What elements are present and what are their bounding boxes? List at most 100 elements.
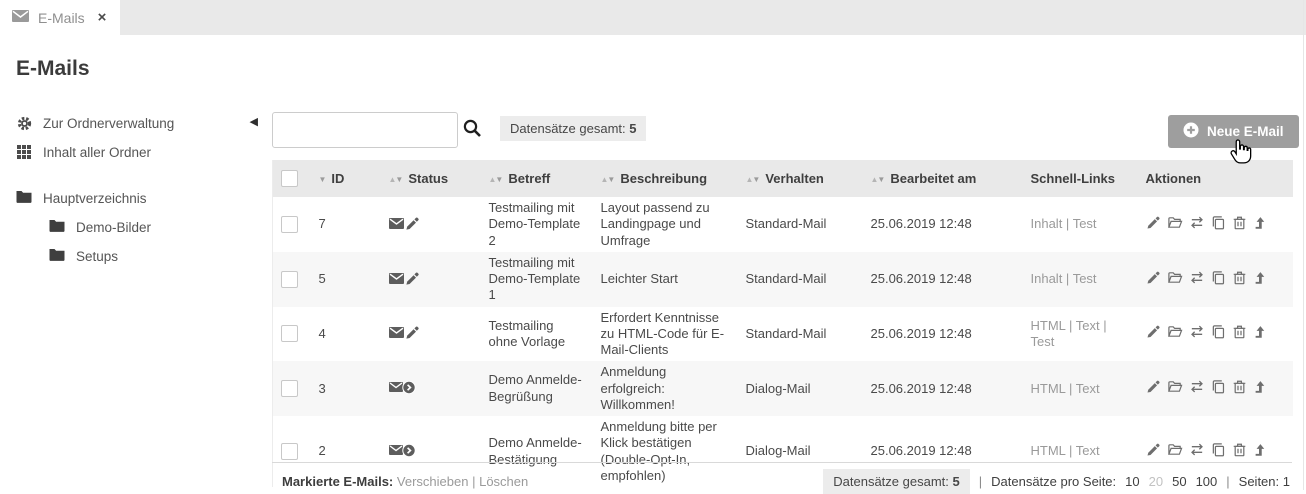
export-icon[interactable] (1253, 379, 1268, 398)
quick-link-html[interactable]: HTML (1031, 318, 1066, 333)
copy-icon[interactable] (1211, 215, 1226, 234)
sort-arrows-icon[interactable]: ▲▼ (871, 175, 885, 184)
cell-status (381, 361, 481, 416)
quick-link-html[interactable]: HTML (1031, 443, 1066, 458)
tab-emails[interactable]: E-Mails × (0, 0, 120, 35)
exchange-icon[interactable] (1189, 215, 1205, 234)
grid-icon (16, 145, 32, 159)
column-header-bearbeitet-am[interactable]: ▲▼ Bearbeitet am (863, 160, 1023, 197)
sort-arrows-icon[interactable]: ▲▼ (489, 175, 503, 184)
exchange-icon[interactable] (1189, 442, 1205, 461)
export-icon[interactable] (1253, 215, 1268, 234)
export-icon[interactable] (1253, 442, 1268, 461)
select-all-checkbox[interactable] (281, 170, 298, 187)
folder-label: Demo-Bilder (76, 220, 151, 235)
copy-icon[interactable] (1211, 270, 1226, 289)
close-icon[interactable]: × (98, 10, 107, 25)
per-page-option-20: 20 (1149, 474, 1163, 489)
cell-status (381, 252, 481, 307)
folder-item-setups[interactable]: Setups (16, 245, 268, 267)
sidebar: Zur Ordnerverwaltung Inhalt aller Ordner… (16, 112, 268, 274)
move-link[interactable]: Verschieben (397, 474, 469, 489)
table-row: 7Testmailing mit Demo-Template 2Layout p… (273, 197, 1293, 252)
sort-arrows-icon[interactable]: ▲▼ (389, 175, 403, 184)
row-checkbox[interactable] (281, 271, 298, 288)
search-icon[interactable] (463, 119, 482, 143)
folder-open-icon[interactable] (1167, 270, 1183, 289)
cell-bearbeitet-am: 25.06.2019 12:48 (863, 361, 1023, 416)
cell-id: 4 (311, 307, 381, 362)
edit-icon[interactable] (1146, 215, 1161, 234)
delete-icon[interactable] (1232, 215, 1247, 234)
quick-link-inhalt[interactable]: Inhalt (1031, 216, 1063, 231)
cell-status (381, 307, 481, 362)
sidebar-collapse-button[interactable]: ◀ (250, 115, 258, 128)
quick-link-test[interactable]: Test (1031, 334, 1055, 349)
delete-link[interactable]: Löschen (479, 474, 528, 489)
row-checkbox[interactable] (281, 443, 298, 460)
row-checkbox[interactable] (281, 380, 298, 397)
quick-link-inhalt[interactable]: Inhalt (1031, 271, 1063, 286)
column-header-aktionen: Aktionen (1138, 160, 1293, 197)
folder-item-hauptverzeichnis[interactable]: Hauptverzeichnis (16, 187, 268, 209)
delete-icon[interactable] (1232, 379, 1247, 398)
row-checkbox[interactable] (281, 216, 298, 233)
quick-link-text[interactable]: Text (1076, 443, 1100, 458)
delete-icon[interactable] (1232, 442, 1247, 461)
row-checkbox[interactable] (281, 325, 298, 342)
cell-schnell-links: HTML | Text (1023, 361, 1138, 416)
edit-icon[interactable] (1146, 379, 1161, 398)
edit-icon[interactable] (1146, 442, 1161, 461)
sidebar-item-ordnerverwaltung[interactable]: Zur Ordnerverwaltung (16, 112, 268, 134)
quick-link-text[interactable]: Text (1076, 318, 1100, 333)
page-title: E-Mails (16, 57, 90, 81)
copy-icon[interactable] (1211, 379, 1226, 398)
export-icon[interactable] (1253, 270, 1268, 289)
pagination-bar: Datensätze gesamt: 5 | Datensätze pro Se… (823, 469, 1290, 494)
sort-arrows-icon[interactable]: ▲▼ (601, 175, 615, 184)
folder-open-icon[interactable] (1167, 379, 1183, 398)
column-label: Verhalten (765, 171, 824, 186)
quick-link-test[interactable]: Test (1073, 271, 1097, 286)
per-page-option-50[interactable]: 50 (1172, 474, 1186, 489)
per-page-label: Datensätze pro Seite: (991, 474, 1116, 489)
search-input[interactable] (272, 112, 458, 148)
column-header-verhalten[interactable]: ▲▼ Verhalten (738, 160, 863, 197)
envelope-send-icon (389, 379, 416, 398)
per-page-option-100[interactable]: 100 (1196, 474, 1218, 489)
per-page-option-10[interactable]: 10 (1125, 474, 1139, 489)
export-icon[interactable] (1253, 324, 1268, 343)
envelope-edit-icon (389, 270, 420, 289)
delete-icon[interactable] (1232, 270, 1247, 289)
cell-beschreibung: Erfordert Kenntnisse zu HTML-Code für E-… (593, 307, 738, 362)
copy-icon[interactable] (1211, 442, 1226, 461)
column-label: Bearbeitet am (890, 171, 976, 186)
envelope-icon (12, 9, 29, 27)
edit-icon[interactable] (1146, 270, 1161, 289)
cell-bearbeitet-am: 25.06.2019 12:48 (863, 252, 1023, 307)
quick-link-html[interactable]: HTML (1031, 381, 1066, 396)
quick-link-test[interactable]: Test (1073, 216, 1097, 231)
copy-icon[interactable] (1211, 324, 1226, 343)
column-header-id[interactable]: ▼ID (311, 160, 381, 197)
delete-icon[interactable] (1232, 324, 1247, 343)
folder-item-demo-bilder[interactable]: Demo-Bilder (16, 216, 268, 238)
sidebar-item-inhalt-aller-ordner[interactable]: Inhalt aller Ordner (16, 141, 268, 163)
folder-open-icon[interactable] (1167, 215, 1183, 234)
column-label: Betreff (508, 171, 550, 186)
column-header-betreff[interactable]: ▲▼ Betreff (481, 160, 593, 197)
column-header-beschreibung[interactable]: ▲▼Beschreibung (593, 160, 738, 197)
folder-open-icon[interactable] (1167, 442, 1183, 461)
column-header-status[interactable]: ▲▼Status (381, 160, 481, 197)
new-email-button[interactable]: Neue E-Mail (1168, 115, 1299, 148)
folder-open-icon[interactable] (1167, 324, 1183, 343)
edit-icon[interactable] (1146, 324, 1161, 343)
exchange-icon[interactable] (1189, 324, 1205, 343)
quick-link-text[interactable]: Text (1076, 381, 1100, 396)
cell-id: 7 (311, 197, 381, 252)
cell-bearbeitet-am: 25.06.2019 12:48 (863, 307, 1023, 362)
exchange-icon[interactable] (1189, 270, 1205, 289)
sort-arrows-icon[interactable]: ▼ (319, 175, 326, 184)
sort-arrows-icon[interactable]: ▲▼ (746, 175, 760, 184)
exchange-icon[interactable] (1189, 379, 1205, 398)
